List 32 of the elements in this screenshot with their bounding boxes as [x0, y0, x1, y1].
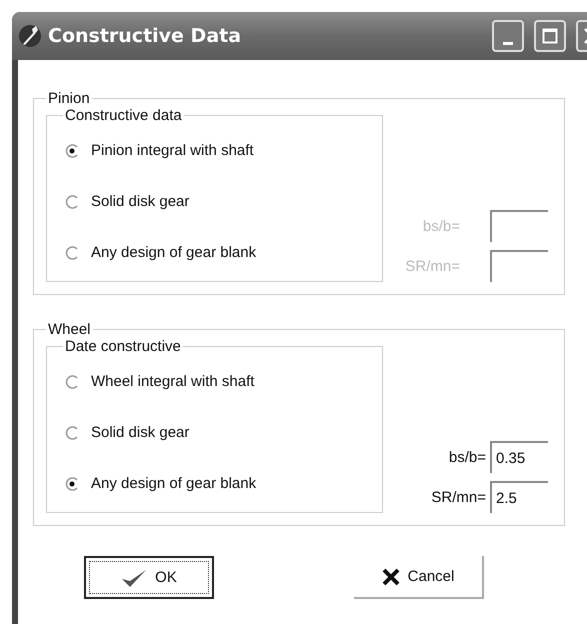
radio-button[interactable]	[65, 194, 79, 208]
radio-button[interactable]	[65, 426, 79, 440]
radio-label[interactable]: Any design of gear blank	[91, 244, 256, 261]
radio-button[interactable]	[65, 144, 79, 158]
maximize-button[interactable]	[534, 20, 566, 52]
group-title: Date constructive	[64, 338, 182, 355]
radio-label[interactable]: Solid disk gear	[91, 424, 190, 441]
field-label: SR/mn=	[405, 258, 460, 274]
input-field[interactable]: 0.35	[490, 441, 548, 473]
field-label: bs/b=	[422, 218, 460, 234]
radio-button[interactable]	[65, 246, 79, 260]
radio-label[interactable]: Solid disk gear	[91, 193, 190, 210]
checkmark-icon	[121, 568, 148, 588]
radio-label[interactable]: Pinion integral with shaft	[91, 142, 254, 159]
field-label: bs/b=	[448, 448, 486, 466]
group-title: Pinion	[47, 90, 91, 107]
radio-label[interactable]: Wheel integral with shaft	[91, 373, 254, 390]
group-title: Wheel	[47, 321, 92, 338]
wrench-icon	[18, 24, 42, 48]
group-title: Constructive data	[64, 107, 183, 124]
cancel-button[interactable]: Cancel	[354, 556, 484, 599]
field-label: SR/mn=	[431, 488, 486, 506]
cross-icon	[382, 568, 400, 586]
radio-label[interactable]: Any design of gear blank	[91, 475, 256, 492]
input-field[interactable]: 2.5	[490, 481, 548, 513]
minimize-button[interactable]	[492, 20, 524, 52]
minimize-icon	[503, 42, 513, 44]
ok-button[interactable]: OK	[84, 556, 214, 599]
radio-button[interactable]	[65, 476, 79, 490]
window-title: Constructive Data	[48, 25, 242, 47]
radio-button[interactable]	[65, 374, 79, 388]
maximize-icon	[542, 28, 558, 44]
